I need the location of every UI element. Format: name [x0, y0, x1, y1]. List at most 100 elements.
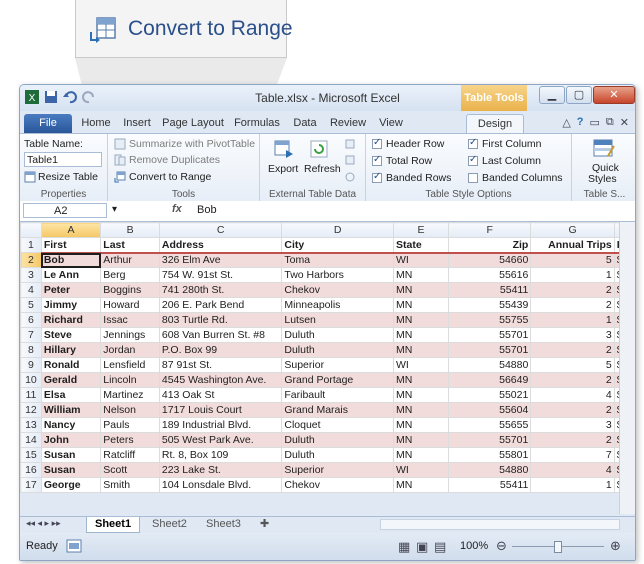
column-header[interactable]: A: [40, 222, 102, 238]
cell[interactable]: 5: [530, 252, 615, 268]
cell[interactable]: 2: [530, 432, 615, 448]
cell[interactable]: MN: [392, 372, 450, 388]
header-cell[interactable]: City: [281, 237, 394, 254]
close-button[interactable]: ✕: [593, 86, 635, 104]
cell[interactable]: 754 W. 91st St.: [158, 267, 283, 283]
macro-record-icon[interactable]: [66, 539, 82, 553]
total-row-checkbox[interactable]: [372, 154, 382, 166]
tab-insert[interactable]: Insert: [118, 114, 156, 133]
cell[interactable]: 55616: [448, 267, 532, 283]
cell[interactable]: 1717 Louis Court: [158, 402, 283, 418]
cell[interactable]: Nelson: [100, 402, 160, 418]
cell[interactable]: 56649: [448, 372, 532, 388]
row-header[interactable]: 13: [20, 417, 42, 433]
tab-view[interactable]: View: [374, 114, 408, 133]
cell[interactable]: 7: [530, 447, 615, 463]
select-all-corner[interactable]: [20, 222, 42, 238]
cell[interactable]: Minneapolis: [281, 297, 394, 313]
cell[interactable]: Duluth: [281, 447, 394, 463]
cell[interactable]: 55701: [448, 432, 532, 448]
cell[interactable]: 54660: [448, 252, 532, 268]
cell[interactable]: MN: [392, 312, 450, 328]
table-name-input[interactable]: Table1: [24, 152, 102, 167]
cell[interactable]: 608 Van Burren St. #8: [158, 327, 283, 343]
cell[interactable]: Duluth: [281, 432, 394, 448]
cell[interactable]: 55604: [448, 402, 532, 418]
cell[interactable]: 3: [530, 417, 615, 433]
cell[interactable]: 223 Lake St.: [158, 462, 283, 478]
vertical-scrollbar[interactable]: [619, 222, 635, 514]
cell[interactable]: MN: [392, 327, 450, 343]
cell[interactable]: 55439: [448, 297, 532, 313]
cell[interactable]: 55411: [448, 282, 532, 298]
cell[interactable]: WI: [392, 252, 450, 268]
properties-small-icon[interactable]: [344, 138, 356, 150]
name-box[interactable]: A2: [23, 203, 107, 218]
cell[interactable]: George: [40, 477, 102, 493]
cell[interactable]: Jordan: [100, 342, 160, 358]
tab-formulas[interactable]: Formulas: [230, 114, 284, 133]
formula-input[interactable]: Bob: [197, 204, 217, 216]
row-header[interactable]: 14: [20, 432, 42, 448]
cell[interactable]: 4: [530, 387, 615, 403]
cell[interactable]: 55655: [448, 417, 532, 433]
cell[interactable]: MN: [392, 432, 450, 448]
cell[interactable]: Howard: [100, 297, 160, 313]
refresh-button[interactable]: Refresh: [304, 163, 341, 175]
cell[interactable]: Elsa: [40, 387, 102, 403]
cell[interactable]: John: [40, 432, 102, 448]
cell[interactable]: 55021: [448, 387, 532, 403]
name-box-dropdown-icon[interactable]: ▾: [112, 204, 117, 215]
cell[interactable]: 2: [530, 297, 615, 313]
tab-sheet3[interactable]: Sheet3: [198, 517, 249, 532]
cell[interactable]: 55411: [448, 477, 532, 493]
cell[interactable]: Chekov: [281, 282, 394, 298]
column-header[interactable]: B: [100, 222, 160, 238]
row-header[interactable]: 11: [20, 387, 42, 403]
row-header[interactable]: 17: [20, 477, 42, 493]
zoom-out-icon[interactable]: ⊖: [496, 538, 507, 554]
cell[interactable]: 4: [530, 462, 615, 478]
view-normal-icon[interactable]: ▦: [398, 539, 410, 555]
column-header[interactable]: D: [281, 222, 394, 238]
cell[interactable]: 55701: [448, 327, 532, 343]
cell[interactable]: Duluth: [281, 342, 394, 358]
row-header[interactable]: 7: [20, 327, 42, 343]
cell[interactable]: Jimmy: [40, 297, 102, 313]
column-header[interactable]: G: [530, 222, 615, 238]
cell[interactable]: 55755: [448, 312, 532, 328]
cell[interactable]: Grand Portage: [281, 372, 394, 388]
header-cell[interactable]: Last: [100, 237, 160, 254]
tab-review[interactable]: Review: [326, 114, 370, 133]
tab-home[interactable]: Home: [78, 114, 114, 133]
summarize-pivottable-button[interactable]: Summarize with PivotTable: [129, 138, 255, 150]
cell[interactable]: 54880: [448, 357, 532, 373]
cell[interactable]: 1: [530, 267, 615, 283]
cell[interactable]: Lincoln: [100, 372, 160, 388]
cell[interactable]: P.O. Box 99: [158, 342, 283, 358]
cell[interactable]: Lutsen: [281, 312, 394, 328]
cell[interactable]: MN: [392, 267, 450, 283]
tab-design[interactable]: Design: [466, 114, 524, 133]
cell[interactable]: Bob: [40, 252, 102, 268]
cell[interactable]: Peter: [40, 282, 102, 298]
cell[interactable]: MN: [392, 402, 450, 418]
cell[interactable]: Superior: [281, 357, 394, 373]
row-header[interactable]: 12: [20, 402, 42, 418]
convert-to-range-button[interactable]: Convert to Range: [129, 171, 211, 183]
row-header[interactable]: 8: [20, 342, 42, 358]
cell[interactable]: Steve: [40, 327, 102, 343]
sheet-nav-arrows-icon[interactable]: ◂◂ ◂ ▸ ▸▸: [26, 518, 61, 529]
row-header[interactable]: 15: [20, 447, 42, 463]
cell[interactable]: Smith: [100, 477, 160, 493]
cell[interactable]: Gerald: [40, 372, 102, 388]
cell[interactable]: Ronald: [40, 357, 102, 373]
cell[interactable]: MN: [392, 342, 450, 358]
cell[interactable]: MN: [392, 297, 450, 313]
cell[interactable]: Jennings: [100, 327, 160, 343]
cell[interactable]: 55801: [448, 447, 532, 463]
cell[interactable]: 87 91st St.: [158, 357, 283, 373]
maximize-button[interactable]: ▢: [566, 86, 592, 104]
quick-styles-label-2[interactable]: Styles: [588, 173, 617, 185]
cell[interactable]: MN: [392, 387, 450, 403]
